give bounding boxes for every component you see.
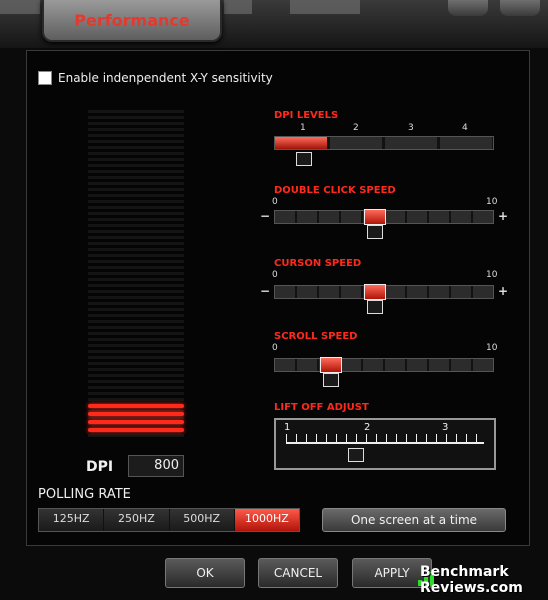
polling-125hz-button[interactable]: 125HZ — [39, 509, 105, 531]
settings-icon[interactable] — [448, 0, 488, 16]
scroll-speed-slider[interactable] — [274, 358, 494, 372]
cursor-speed-thumb[interactable] — [364, 284, 386, 300]
benchmark-reviews-watermark: Benchmark Reviews.com — [418, 564, 542, 598]
dpi-meter-bar — [88, 404, 184, 408]
dpi-meter-bar — [88, 428, 184, 432]
cancel-button[interactable]: CANCEL — [258, 558, 338, 588]
cursor-speed-max: 10 — [486, 270, 498, 280]
dpi-meter-bar — [88, 420, 184, 424]
profile-icon[interactable] — [500, 0, 540, 16]
cursor-speed-title: CURSON SPEED — [274, 258, 362, 269]
polling-rate-title: POLLING RATE — [38, 487, 131, 502]
lift-off-knob[interactable] — [348, 448, 364, 462]
double-click-min: 0 — [272, 197, 278, 207]
dpi-value-field[interactable]: 800 — [128, 455, 184, 477]
polling-rate-selector: 125HZ 250HZ 500HZ 1000HZ — [38, 508, 300, 532]
scroll-speed-knob[interactable] — [323, 373, 339, 387]
lift-off-adjust-title: LIFT OFF ADJUST — [274, 402, 369, 413]
lift-off-ticks — [286, 434, 484, 442]
double-click-increase-button[interactable]: + — [498, 209, 508, 223]
lift-off-adjust-slider[interactable]: 1 2 3 — [274, 418, 496, 470]
scroll-speed-min: 0 — [272, 343, 278, 353]
lift-off-label-3: 3 — [442, 422, 449, 433]
one-screen-at-a-time-button[interactable]: One screen at a time — [322, 508, 506, 532]
cursor-speed-knob[interactable] — [367, 300, 383, 314]
watermark-line-1: Benchmark — [420, 564, 509, 580]
polling-1000hz-button[interactable]: 1000HZ — [234, 509, 299, 531]
brand-logo-segment — [224, 0, 252, 14]
polling-500hz-button[interactable]: 500HZ — [169, 509, 235, 531]
tab-performance-label: Performance — [74, 11, 190, 30]
tab-performance[interactable]: Performance — [42, 0, 222, 42]
watermark-text: Benchmark Reviews.com — [420, 564, 523, 596]
scroll-speed-max: 10 — [486, 343, 498, 353]
dpi-level-4: 4 — [462, 123, 468, 133]
dpi-level-fill — [275, 137, 327, 149]
watermark-line-2: Reviews.com — [420, 580, 523, 596]
independent-xy-option[interactable]: Enable indenpendent X-Y sensitivity — [38, 70, 273, 86]
cursor-speed-min: 0 — [272, 270, 278, 280]
cursor-speed-decrease-button[interactable]: − — [260, 284, 270, 298]
independent-xy-checkbox[interactable] — [38, 71, 52, 85]
scroll-speed-title: SCROLL SPEED — [274, 331, 358, 342]
double-click-max: 10 — [486, 197, 498, 207]
dpi-meter-level — [88, 404, 184, 436]
dpi-level-3: 3 — [408, 123, 414, 133]
polling-250hz-button[interactable]: 250HZ — [104, 509, 170, 531]
dpi-level-1: 1 — [300, 123, 306, 133]
scroll-speed-thumb[interactable] — [320, 357, 342, 373]
ok-button[interactable]: OK — [165, 558, 245, 588]
dpi-level-2: 2 — [353, 123, 359, 133]
double-click-speed-thumb[interactable] — [364, 209, 386, 225]
double-click-decrease-button[interactable]: − — [260, 209, 270, 223]
dpi-levels-knob[interactable] — [296, 152, 312, 166]
independent-xy-label: Enable indenpendent X-Y sensitivity — [58, 71, 273, 85]
dpi-meter — [88, 110, 184, 440]
dpi-levels-title: DPI LEVELS — [274, 110, 339, 121]
brand-logo — [0, 0, 40, 14]
lift-off-label-2: 2 — [364, 422, 371, 433]
dpi-label: DPI — [86, 459, 114, 475]
lift-off-track — [286, 442, 484, 444]
lift-off-label-1: 1 — [284, 422, 291, 433]
double-click-speed-knob[interactable] — [367, 225, 383, 239]
dpi-meter-bar — [88, 412, 184, 416]
brand-logo-m — [290, 0, 360, 14]
double-click-speed-title: DOUBLE CLICK SPEED — [274, 185, 396, 196]
cursor-speed-increase-button[interactable]: + — [498, 284, 508, 298]
